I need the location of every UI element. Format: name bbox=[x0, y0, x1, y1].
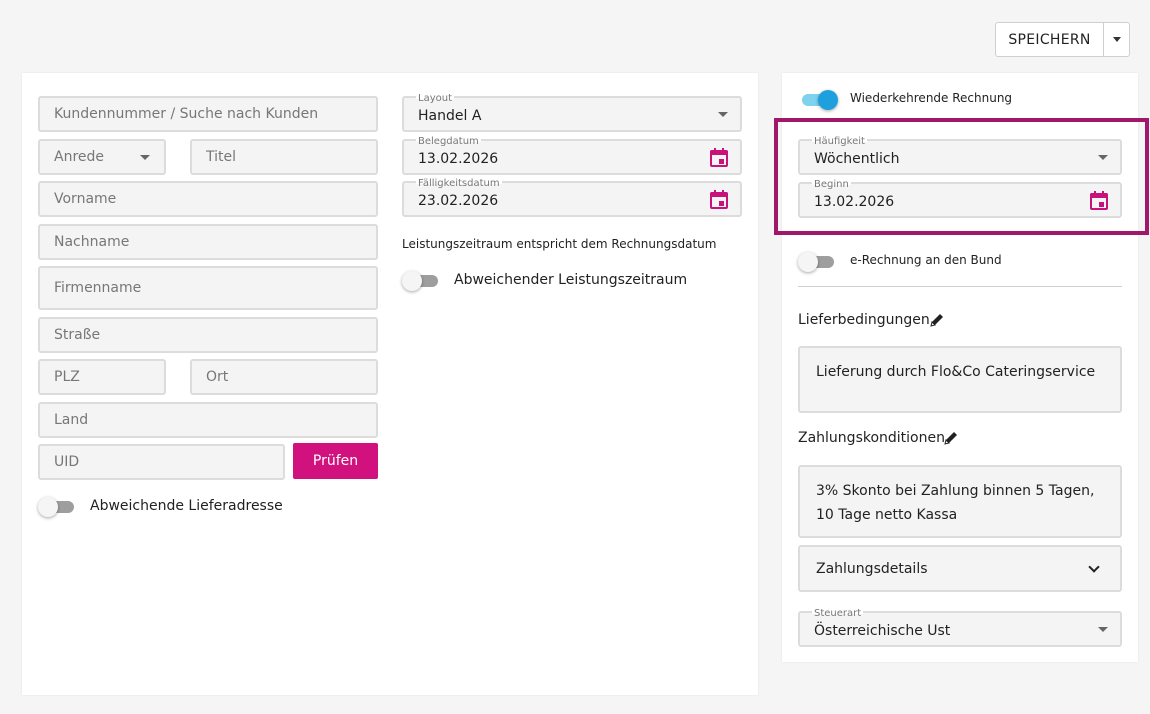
title-input[interactable]: Titel bbox=[190, 139, 378, 175]
toggle-knob bbox=[798, 252, 818, 272]
save-button-group: SPEICHERN bbox=[995, 22, 1130, 57]
check-uid-button[interactable]: Prüfen bbox=[293, 443, 378, 479]
service-period-note: Leistungszeitraum entspricht dem Rechnun… bbox=[402, 237, 717, 251]
document-date-value: 13.02.2026 bbox=[418, 151, 499, 167]
salutation-select[interactable]: Anrede bbox=[38, 139, 166, 175]
delivery-terms-title: Lieferbedingungen bbox=[798, 312, 930, 328]
salutation-placeholder: Anrede bbox=[54, 149, 105, 165]
street-placeholder: Straße bbox=[54, 327, 101, 343]
country-placeholder: Land bbox=[54, 412, 89, 428]
company-placeholder: Firmenname bbox=[54, 280, 142, 296]
section-divider bbox=[798, 286, 1122, 287]
lastname-placeholder: Nachname bbox=[54, 234, 130, 250]
tax-type-value: Österreichische Ust bbox=[814, 623, 951, 639]
due-date-value: 23.02.2026 bbox=[418, 193, 499, 209]
uid-placeholder: UID bbox=[54, 454, 80, 470]
alt-delivery-label: Abweichende Lieferadresse bbox=[90, 498, 283, 514]
recurring-settings-highlight bbox=[774, 118, 1149, 235]
calendar-icon[interactable] bbox=[710, 189, 728, 209]
recurring-invoice-label: Wiederkehrende Rechnung bbox=[850, 91, 1013, 105]
alt-service-period-toggle[interactable] bbox=[402, 269, 442, 293]
toggle-knob bbox=[402, 271, 422, 291]
due-date-label: Fälligkeitsdatum bbox=[416, 178, 502, 190]
zip-input[interactable]: PLZ bbox=[38, 359, 166, 395]
payment-terms-title: Zahlungskonditionen bbox=[798, 430, 945, 446]
toggle-knob bbox=[38, 497, 58, 517]
payment-terms-text: 3% Skonto bei Zahlung binnen 5 Tagen, 10… bbox=[816, 483, 1095, 523]
calendar-icon[interactable] bbox=[710, 147, 728, 167]
customer-search-placeholder: Kundennummer / Suche nach Kunden bbox=[54, 106, 319, 122]
pencil-icon[interactable] bbox=[929, 312, 945, 328]
caret-down-icon bbox=[1112, 37, 1121, 42]
caret-down-icon bbox=[718, 111, 728, 117]
city-placeholder: Ort bbox=[206, 369, 229, 385]
erechnung-toggle[interactable] bbox=[798, 250, 838, 274]
payment-details-label: Zahlungsdetails bbox=[816, 560, 928, 577]
caret-down-icon bbox=[1098, 626, 1108, 632]
customer-search-input[interactable]: Kundennummer / Suche nach Kunden bbox=[38, 96, 378, 132]
firstname-placeholder: Vorname bbox=[54, 191, 117, 207]
country-input[interactable]: Land bbox=[38, 402, 378, 438]
due-date-field[interactable]: Fälligkeitsdatum 23.02.2026 bbox=[402, 178, 742, 217]
uid-input[interactable]: UID bbox=[38, 444, 285, 480]
delivery-terms-textarea[interactable]: Lieferung durch Flo&Co Cateringservice bbox=[798, 346, 1122, 413]
toggle-knob bbox=[818, 90, 838, 110]
alt-delivery-toggle[interactable] bbox=[38, 495, 78, 519]
payment-terms-textarea[interactable]: 3% Skonto bei Zahlung binnen 5 Tagen, 10… bbox=[798, 465, 1122, 538]
erechnung-label: e-Rechnung an den Bund bbox=[850, 253, 1002, 267]
tax-type-select[interactable]: Steuerart Österreichische Ust bbox=[798, 608, 1122, 647]
lastname-input[interactable]: Nachname bbox=[38, 224, 378, 260]
tax-type-label: Steuerart bbox=[812, 608, 864, 620]
document-date-label: Belegdatum bbox=[416, 136, 481, 148]
document-date-field[interactable]: Belegdatum 13.02.2026 bbox=[402, 136, 742, 175]
pencil-icon[interactable] bbox=[943, 430, 959, 446]
caret-down-icon bbox=[140, 154, 150, 160]
alt-service-period-label: Abweichender Leistungszeitraum bbox=[454, 272, 688, 288]
city-input[interactable]: Ort bbox=[190, 359, 378, 395]
zip-placeholder: PLZ bbox=[54, 369, 80, 385]
title-placeholder: Titel bbox=[206, 149, 237, 165]
chevron-down-icon bbox=[1088, 560, 1100, 573]
firstname-input[interactable]: Vorname bbox=[38, 181, 378, 217]
street-input[interactable]: Straße bbox=[38, 317, 378, 353]
layout-select[interactable]: Layout Handel A bbox=[402, 93, 742, 132]
layout-value: Handel A bbox=[418, 108, 482, 124]
recurring-invoice-toggle[interactable] bbox=[798, 88, 838, 112]
payment-details-expander[interactable]: Zahlungsdetails bbox=[798, 545, 1122, 592]
save-button[interactable]: SPEICHERN bbox=[996, 23, 1104, 56]
company-input[interactable]: Firmenname bbox=[38, 266, 378, 310]
layout-label: Layout bbox=[416, 93, 454, 105]
save-options-button[interactable] bbox=[1104, 23, 1129, 56]
delivery-terms-text: Lieferung durch Flo&Co Cateringservice bbox=[816, 364, 1096, 380]
